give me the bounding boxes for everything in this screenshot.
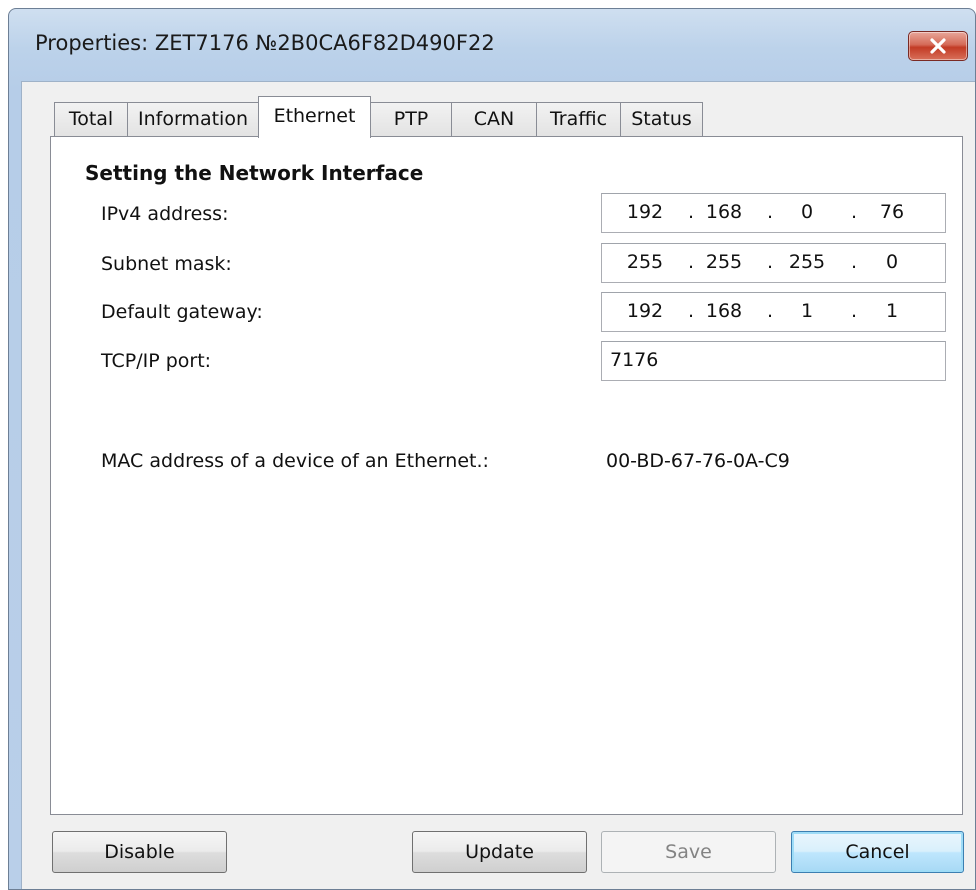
ip-separator: . [850,201,858,223]
ip-separator: . [766,201,774,223]
tab-status[interactable]: Status [620,102,703,136]
ip-separator: . [687,300,695,322]
tab-information[interactable]: Information [127,102,259,136]
window-title: Properties: ZET7176 №2B0CA6F82D490F22 [35,31,495,55]
close-button[interactable] [908,31,968,61]
ip-separator: . [850,251,858,273]
ethernet-tab-panel: Setting the Network Interface IPv4 addre… [50,136,963,815]
ipv4-octet-2[interactable]: 168 [699,201,749,223]
subnet-octet-1[interactable]: 255 [620,251,670,273]
gateway-octet-2[interactable]: 168 [699,300,749,322]
default-gateway-input[interactable]: 192 . 168 . 1 . 1 [601,292,946,332]
tcp-ip-port-input[interactable]: 7176 [601,341,946,381]
mac-address-label: MAC address of a device of an Ethernet.: [101,450,489,472]
tcp-ip-port-value: 7176 [610,349,659,371]
save-button: Save [601,831,776,873]
close-x-icon [929,38,947,54]
gateway-octet-4[interactable]: 1 [867,300,917,322]
ipv4-octet-3[interactable]: 0 [782,201,832,223]
ipv4-octet-4[interactable]: 76 [867,201,917,223]
ipv4-address-label: IPv4 address: [101,203,229,225]
ip-separator: . [850,300,858,322]
title-bar[interactable]: Properties: ZET7176 №2B0CA6F82D490F22 [9,9,975,81]
tab-can[interactable]: CAN [451,102,537,136]
subnet-octet-2[interactable]: 255 [699,251,749,273]
mac-address-value: 00-BD-67-76-0A-C9 [606,450,790,472]
disable-button[interactable]: Disable [52,831,227,873]
cancel-button[interactable]: Cancel [791,831,964,873]
subnet-mask-input[interactable]: 255 . 255 . 255 . 0 [601,243,946,283]
gateway-octet-3[interactable]: 1 [782,300,832,322]
ipv4-address-input[interactable]: 192 . 168 . 0 . 76 [601,193,946,233]
subnet-mask-label: Subnet mask: [101,253,232,275]
tab-total[interactable]: Total [54,102,128,136]
dialog-client-area: Total Information Ethernet PTP CAN Traff… [21,81,975,889]
gateway-octet-1[interactable]: 192 [620,300,670,322]
tab-ptp[interactable]: PTP [370,102,452,136]
ipv4-octet-1[interactable]: 192 [620,201,670,223]
ip-separator: . [766,300,774,322]
update-button[interactable]: Update [412,831,587,873]
ip-separator: . [687,201,695,223]
section-title: Setting the Network Interface [85,161,424,185]
ip-separator: . [687,251,695,273]
tab-traffic[interactable]: Traffic [536,102,621,136]
tcp-ip-port-label: TCP/IP port: [101,350,212,372]
tab-ethernet[interactable]: Ethernet [258,96,371,138]
default-gateway-label: Default gateway: [101,301,263,323]
subnet-octet-4[interactable]: 0 [867,251,917,273]
ip-separator: . [766,251,774,273]
subnet-octet-3[interactable]: 255 [782,251,832,273]
properties-window: Properties: ZET7176 №2B0CA6F82D490F22 To… [8,8,976,890]
